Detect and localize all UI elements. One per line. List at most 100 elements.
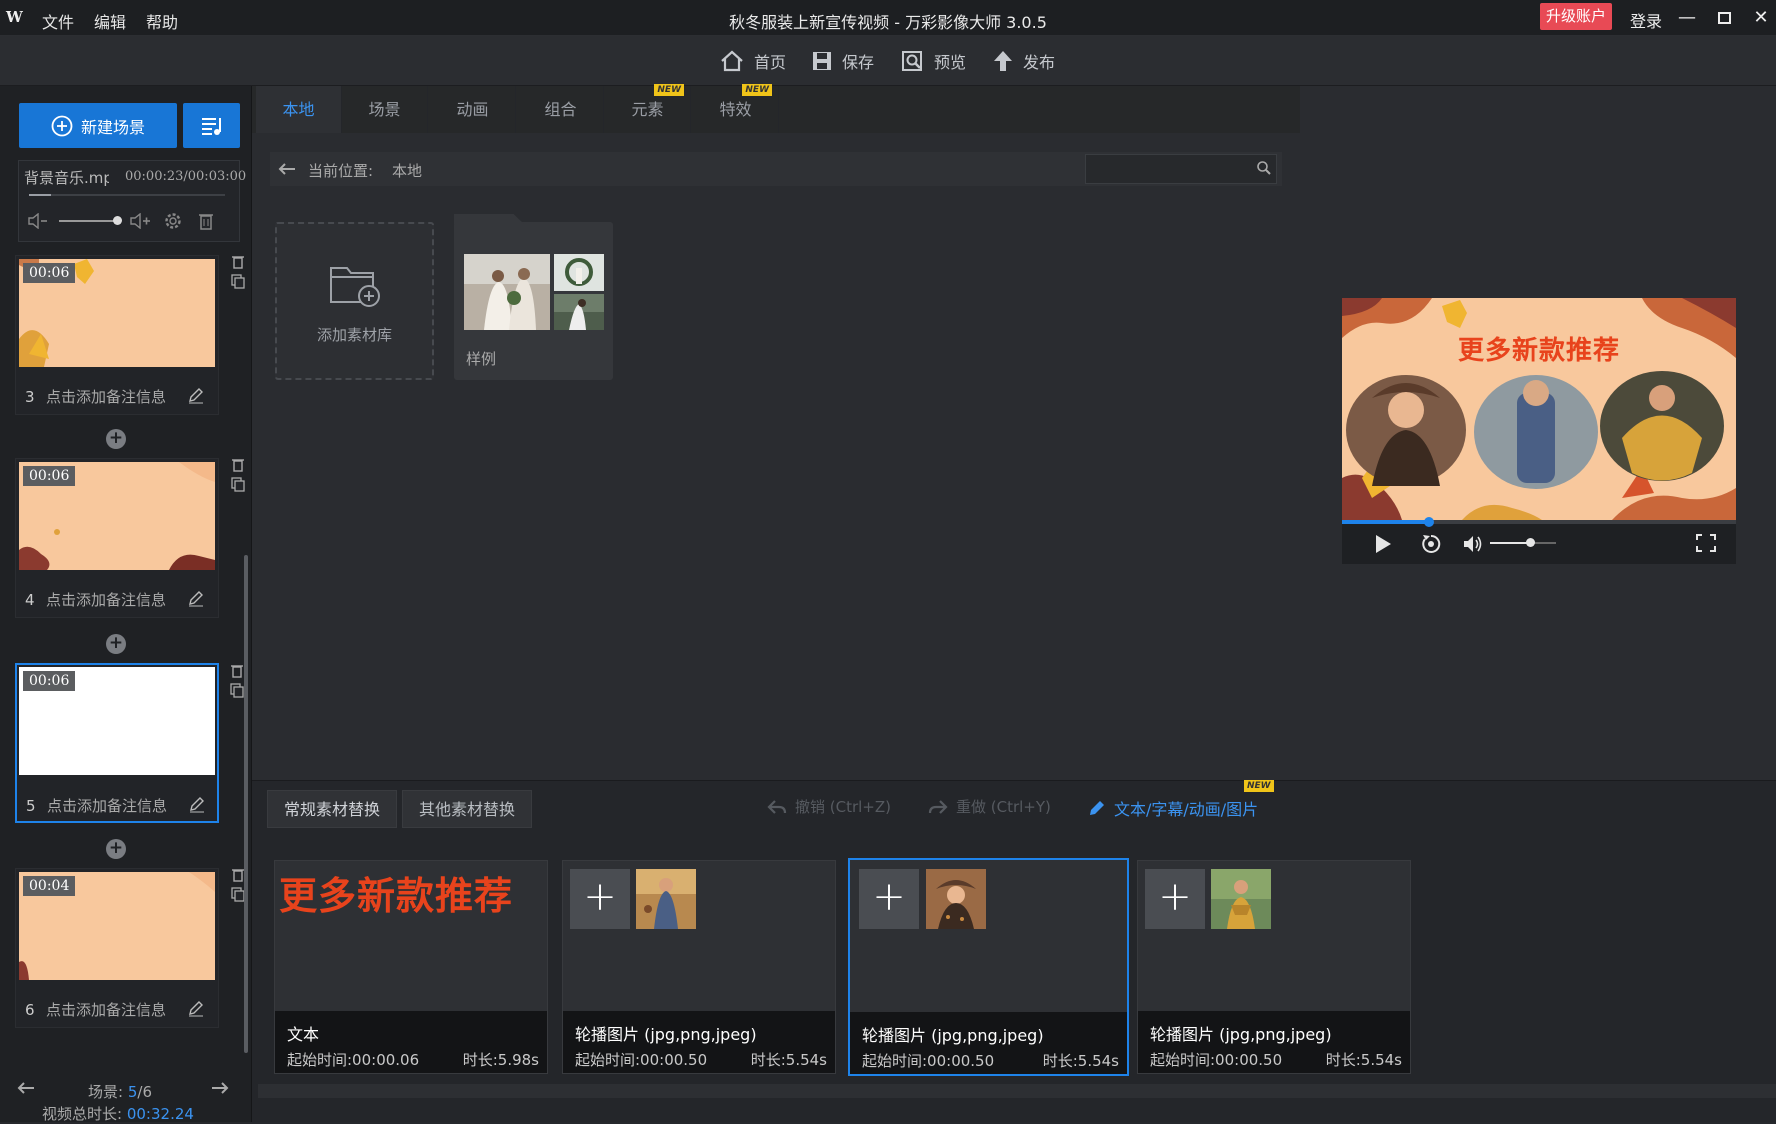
tab-effects[interactable]: 特效 NEW: [693, 84, 779, 133]
replay-icon[interactable]: [1420, 533, 1442, 555]
tab-elements[interactable]: 元素 NEW: [605, 84, 691, 133]
upgrade-account-button[interactable]: 升级账户: [1540, 3, 1612, 30]
copy-icon[interactable]: [231, 477, 245, 493]
copy-icon[interactable]: [230, 683, 244, 699]
sample-folder[interactable]: 样例: [454, 214, 613, 380]
save-icon: [812, 50, 832, 72]
trash-icon[interactable]: [231, 254, 245, 270]
scene-card[interactable]: 00:04 6 点击添加备注信息: [15, 868, 245, 1028]
add-scene-button[interactable]: +: [106, 429, 126, 449]
publish-button[interactable]: 发布: [993, 48, 1055, 74]
music-volume-handle[interactable]: [113, 216, 122, 225]
trash-icon[interactable]: [231, 867, 245, 883]
playback-progress-fill: [1342, 520, 1429, 524]
trash-icon[interactable]: [231, 457, 245, 473]
trash-icon[interactable]: [230, 663, 244, 679]
location-value[interactable]: 本地: [392, 160, 422, 181]
material-card-carousel[interactable]: + 轮播图片 (jpg,png,jpeg) 起始时间:00:00.50 时长:5…: [562, 860, 836, 1074]
tab-animation[interactable]: 动画: [430, 86, 516, 133]
scene-card[interactable]: 00:06 3 点击添加备注信息: [15, 255, 245, 415]
card-image[interactable]: [926, 869, 986, 929]
music-volume-slider[interactable]: [59, 220, 115, 222]
card-duration: 时长:5.54s: [750, 1051, 827, 1069]
folder-add-icon: [329, 262, 383, 308]
scene-current: 5: [127, 1083, 138, 1101]
folder-tab: [454, 214, 524, 224]
scene-note[interactable]: 点击添加备注信息: [46, 386, 166, 407]
preview-banner-text: 更多新款推荐: [1457, 336, 1620, 366]
copy-icon[interactable]: [231, 887, 245, 903]
edit-icon[interactable]: [187, 589, 205, 607]
scene-list-scrollbar[interactable]: [244, 555, 248, 1053]
search-icon[interactable]: [1256, 160, 1272, 176]
play-icon[interactable]: [1374, 534, 1392, 554]
material-card-text[interactable]: 更多新款推荐 文本 起始时间:00:00.06 时长:5.98s: [274, 860, 548, 1074]
add-image-button[interactable]: +: [570, 869, 630, 929]
minimize-icon[interactable]: —: [1674, 5, 1700, 31]
cards-horizontal-scrollbar[interactable]: [258, 1084, 1776, 1098]
publish-icon: [993, 50, 1013, 72]
preview-button[interactable]: 预览: [902, 48, 966, 74]
scene-list-button[interactable]: [183, 103, 240, 148]
add-scene-button[interactable]: +: [106, 839, 126, 859]
card-start-time: 起始时间:00:00.50: [575, 1051, 708, 1069]
tab-scenes[interactable]: 场景: [342, 86, 428, 133]
add-image-button[interactable]: +: [1145, 869, 1205, 929]
volume-icon[interactable]: [1462, 534, 1484, 554]
player-volume-handle[interactable]: [1525, 538, 1535, 547]
add-library-button[interactable]: 添加素材库: [275, 222, 434, 380]
back-arrow-icon[interactable]: [277, 160, 297, 178]
divider: [252, 780, 1776, 781]
library-search-input[interactable]: [1085, 154, 1277, 184]
scene-card[interactable]: 00:06 4 点击添加备注信息: [15, 458, 245, 618]
scene-card-selected[interactable]: 00:06 5 点击添加备注信息: [15, 663, 244, 823]
home-button[interactable]: 首页: [720, 48, 786, 74]
playback-progress-track[interactable]: [1342, 520, 1736, 524]
card-footer: 文本 起始时间:00:00.06 时长:5.98s: [275, 1011, 547, 1073]
fullscreen-icon[interactable]: [1696, 534, 1716, 552]
scene-note[interactable]: 点击添加备注信息: [46, 999, 166, 1020]
login-button[interactable]: 登录: [1630, 8, 1662, 32]
scene-thumbnail: 00:06: [19, 667, 215, 775]
card-footer: 轮播图片 (jpg,png,jpeg) 起始时间:00:00.50 时长:5.5…: [850, 1012, 1127, 1074]
tab-combination[interactable]: 组合: [518, 86, 604, 133]
redo-button[interactable]: 重做 (Ctrl+Y): [928, 796, 1051, 817]
undo-button[interactable]: 撤销 (Ctrl+Z): [767, 796, 891, 817]
edit-icon[interactable]: [187, 999, 205, 1017]
player-volume-track[interactable]: [1490, 542, 1556, 544]
material-card-carousel-selected[interactable]: + 轮播图片 (jpg,png,jpeg) 起始时间:00:00.50 时长:5…: [848, 858, 1129, 1076]
text-subtitle-link[interactable]: 文本/字幕/动画/图片: [1088, 796, 1258, 820]
scene-actions: [231, 867, 245, 903]
tab-other-replace[interactable]: 其他素材替换: [402, 790, 533, 828]
sample-photo-couple: [554, 294, 604, 330]
arrow-right-icon[interactable]: [210, 1080, 230, 1096]
music-progress-track[interactable]: [29, 194, 225, 196]
close-icon[interactable]: ✕: [1748, 5, 1774, 31]
scene-index: 4: [25, 591, 35, 609]
gear-icon[interactable]: [163, 211, 183, 231]
volume-up-icon[interactable]: [129, 213, 151, 229]
trash-icon[interactable]: [197, 211, 215, 231]
edit-icon[interactable]: [188, 795, 206, 813]
add-scene-button[interactable]: +: [106, 634, 126, 654]
card-image[interactable]: [636, 869, 696, 929]
publish-label: 发布: [1023, 53, 1056, 72]
volume-down-icon[interactable]: [27, 213, 49, 229]
card-title: 文本: [287, 1025, 320, 1044]
arrow-left-icon[interactable]: [16, 1080, 36, 1096]
tab-regular-replace[interactable]: 常规素材替换: [267, 790, 398, 828]
copy-icon[interactable]: [231, 274, 245, 290]
card-image[interactable]: [1211, 869, 1271, 929]
playback-progress-handle[interactable]: [1423, 517, 1434, 527]
edit-icon[interactable]: [187, 386, 205, 404]
maximize-icon[interactable]: [1711, 5, 1737, 31]
scene-note[interactable]: 点击添加备注信息: [47, 795, 167, 816]
scene-index: 5: [26, 797, 36, 815]
tab-local[interactable]: 本地: [256, 86, 342, 133]
scene-duration: 00:04: [23, 876, 76, 896]
new-scene-button[interactable]: 新建场景: [19, 103, 177, 148]
scene-note[interactable]: 点击添加备注信息: [46, 589, 166, 610]
save-button[interactable]: 保存: [812, 48, 874, 74]
material-card-carousel[interactable]: + 轮播图片 (jpg,png,jpeg) 起始时间:00:00.50 时长:5…: [1137, 860, 1411, 1074]
add-image-button[interactable]: +: [859, 869, 919, 929]
